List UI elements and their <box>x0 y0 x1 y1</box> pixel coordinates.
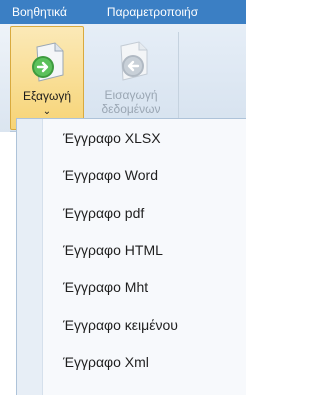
export-dropdown-menu: Έγγραφο XLSX Έγγραφο Word Έγγραφο pdf Έγ… <box>16 118 246 395</box>
import-data-icon <box>120 41 148 81</box>
import-label-line1: Εισαγωγή <box>104 88 158 102</box>
tab-tools[interactable]: Βοηθητικά <box>0 5 67 19</box>
ribbon-divider <box>178 32 179 124</box>
export-button[interactable]: Εξαγωγή ⌄ <box>10 26 84 130</box>
export-button-label: Εξαγωγή <box>22 89 72 103</box>
menu-item-xlsx[interactable]: Έγγραφο XLSX <box>63 128 161 148</box>
menu-icon-gutter <box>17 119 43 395</box>
ribbon-panel: Εξαγωγή ⌄ Εισαγωγή δεδομένων <box>0 24 246 132</box>
ribbon-edge <box>0 24 10 132</box>
chevron-down-icon: ⌄ <box>42 106 52 117</box>
ribbon-tab-bar: Βοηθητικά Παραμετροποιήσ <box>0 0 246 24</box>
tab-settings[interactable]: Παραμετροποιήσ <box>67 5 198 19</box>
menu-item-pdf[interactable]: Έγγραφο pdf <box>63 203 144 223</box>
menu-item-xml[interactable]: Έγγραφο Xml <box>63 352 149 372</box>
menu-item-mht[interactable]: Έγγραφο Mht <box>63 277 148 297</box>
import-data-button[interactable]: Εισαγωγή δεδομένων <box>90 26 172 130</box>
export-document-icon <box>32 42 64 82</box>
menu-item-text[interactable]: Έγγραφο κειμένου <box>63 315 178 335</box>
menu-item-html[interactable]: Έγγραφο HTML <box>63 240 163 260</box>
import-label-line2: δεδομένων <box>101 102 161 116</box>
menu-item-word[interactable]: Έγγραφο Word <box>63 165 158 185</box>
